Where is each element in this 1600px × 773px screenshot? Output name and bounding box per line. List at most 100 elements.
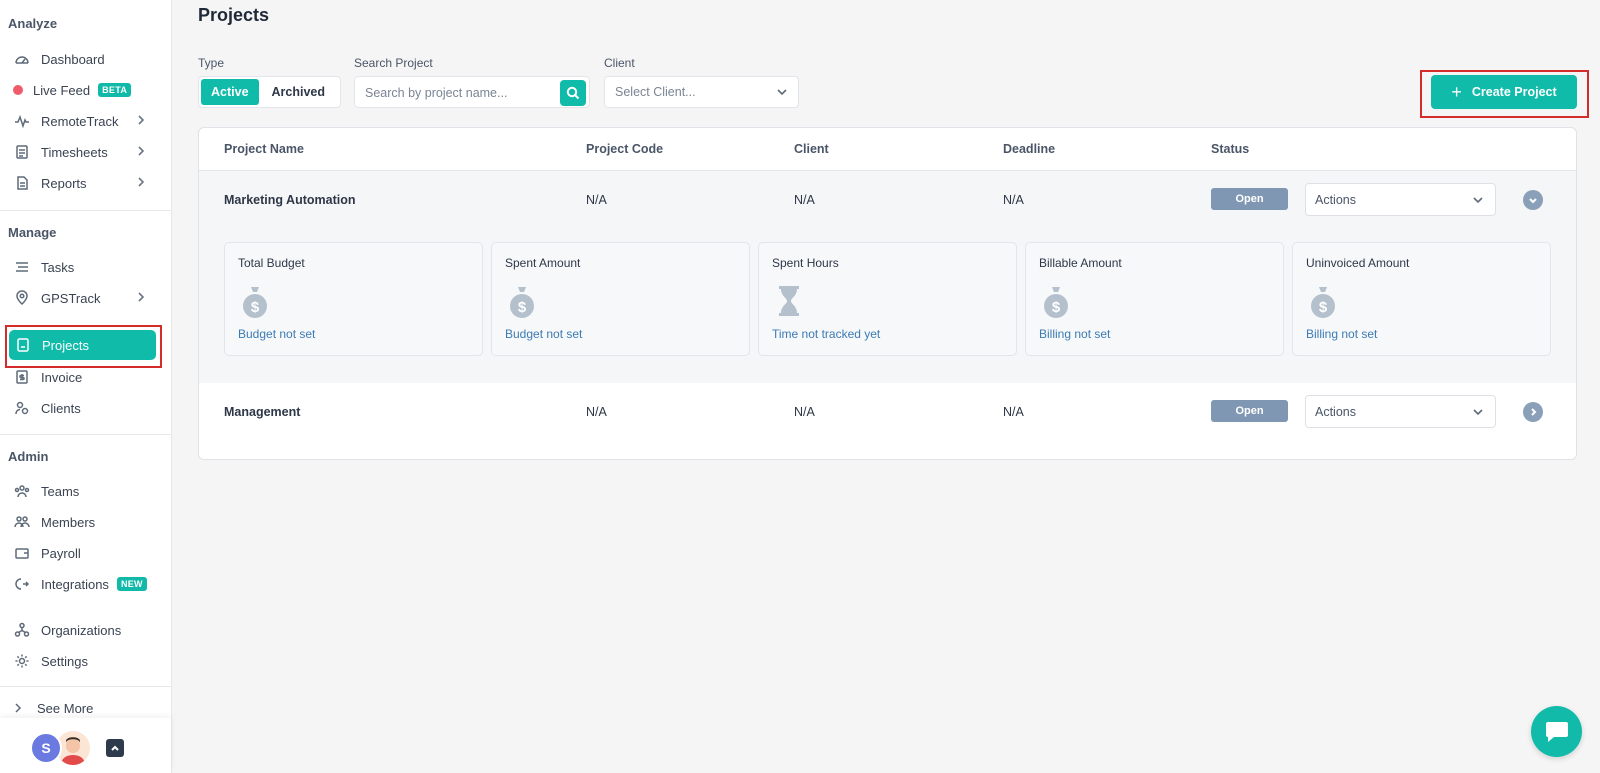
project-name[interactable]: Marketing Automation: [224, 193, 355, 207]
money-bag-icon: $: [510, 287, 534, 318]
search-project: [354, 76, 590, 108]
card-status: Billing not set: [1306, 327, 1378, 341]
expand-up-button[interactable]: [106, 739, 124, 757]
sidebar-item-label: Integrations: [41, 576, 109, 592]
sidebar-item-label: Reports: [41, 175, 87, 191]
actions-select[interactable]: Actions: [1305, 395, 1496, 428]
sidebar-item-label: Organizations: [41, 622, 122, 638]
sidebar-item-label: Projects: [42, 337, 89, 353]
header-deadline: Deadline: [1003, 142, 1056, 156]
integrations-icon: [13, 575, 31, 593]
sidebar-item-teams[interactable]: Teams: [8, 477, 158, 505]
members-icon: [13, 513, 31, 531]
project-icon: [14, 336, 32, 354]
sidebar-item-dashboard[interactable]: Dashboard: [8, 45, 158, 73]
tasks-icon: [13, 258, 31, 276]
divider: [0, 210, 171, 211]
section-title-manage: Manage: [8, 225, 57, 240]
card-title: Billable Amount: [1039, 256, 1122, 270]
actions-select[interactable]: Actions: [1305, 183, 1496, 216]
plus-icon: +: [1451, 81, 1462, 102]
sidebar-item-projects[interactable]: Projects: [9, 330, 156, 360]
section-title-admin: Admin: [8, 449, 49, 464]
actions-label: Actions: [1315, 405, 1356, 419]
card-status: Time not tracked yet: [772, 327, 881, 341]
chevron-down-icon: [1472, 406, 1484, 421]
invoice-icon: [13, 368, 31, 386]
chevron-down-icon: [1529, 198, 1537, 204]
gear-icon: [13, 652, 31, 670]
sidebar-item-gpstrack[interactable]: GPSTrack: [8, 284, 158, 312]
sidebar-item-integrations[interactable]: Integrations NEW: [8, 570, 158, 598]
location-pin-icon: [13, 289, 31, 307]
sidebar-item-members[interactable]: Members: [8, 508, 158, 536]
collapse-row-button[interactable]: [1523, 190, 1543, 210]
clients-icon: [13, 399, 31, 417]
chat-button[interactable]: [1531, 706, 1582, 757]
divider: [0, 434, 171, 435]
client-select-placeholder: Select Client...: [615, 85, 696, 99]
timesheet-icon: [13, 143, 31, 161]
projects-table: Project Name Project Code Client Deadlin…: [198, 127, 1577, 460]
project-client: N/A: [794, 405, 815, 419]
sidebar-item-payroll[interactable]: Payroll: [8, 539, 158, 567]
table-row: Marketing Automation N/A N/A N/A Open Ac…: [199, 171, 1576, 383]
chevron-right-icon: [1531, 408, 1537, 416]
chevron-down-icon: [776, 86, 788, 101]
client-label: Client: [604, 56, 635, 70]
pulse-icon: [13, 112, 31, 130]
report-icon: [13, 174, 31, 192]
header-client: Client: [794, 142, 829, 156]
sidebar-item-label: Payroll: [41, 545, 81, 561]
section-title-analyze: Analyze: [8, 16, 58, 31]
chevron-down-icon: [1472, 194, 1484, 209]
header-project-code: Project Code: [586, 142, 664, 156]
billable-amount-card: Billable Amount $ Billing not set: [1025, 242, 1284, 356]
search-button[interactable]: [560, 80, 586, 106]
avatar-initial[interactable]: S: [30, 732, 62, 764]
svg-text:$: $: [251, 299, 260, 316]
sidebar-item-live-feed[interactable]: Live Feed BETA: [8, 76, 158, 104]
sidebar-item-invoice[interactable]: Invoice: [8, 363, 158, 391]
chevron-right-icon: [134, 113, 148, 130]
sidebar-item-settings[interactable]: Settings: [8, 647, 158, 675]
search-input[interactable]: [365, 83, 555, 103]
sidebar-item-label: Live Feed: [33, 82, 91, 98]
sidebar-item-label: GPSTrack: [41, 290, 101, 306]
sidebar-item-tasks[interactable]: Tasks: [8, 253, 158, 281]
teams-icon: [13, 482, 31, 500]
actions-label: Actions: [1315, 193, 1356, 207]
chevron-up-icon: [111, 745, 119, 751]
type-archived-button[interactable]: Archived: [259, 79, 338, 105]
sidebar-item-label: Tasks: [41, 259, 75, 275]
sidebar-item-label: Members: [41, 514, 96, 530]
sidebar-item-label: Invoice: [41, 369, 83, 385]
sidebar-item-label: Timesheets: [41, 144, 108, 160]
project-name[interactable]: Management: [224, 405, 300, 419]
table-row: Management N/A N/A N/A Open Actions: [199, 383, 1576, 459]
expand-row-button[interactable]: [1523, 402, 1543, 422]
card-status: Budget not set: [505, 327, 583, 341]
card-title: Total Budget: [238, 256, 305, 270]
client-select[interactable]: Select Client...: [604, 76, 799, 108]
create-project-button[interactable]: + Create Project: [1431, 75, 1577, 109]
sidebar-item-timesheets[interactable]: Timesheets: [8, 138, 158, 166]
wallet-icon: [13, 544, 31, 562]
project-code: N/A: [586, 193, 607, 207]
sidebar-item-label: RemoteTrack: [41, 113, 119, 129]
status-badge: Open: [1211, 400, 1288, 422]
spent-amount-card: Spent Amount $ Budget not set: [491, 242, 750, 356]
chevron-right-icon: [134, 144, 148, 161]
live-dot-icon: [13, 85, 23, 95]
new-badge: NEW: [116, 577, 147, 591]
sidebar-item-reports[interactable]: Reports: [8, 169, 158, 197]
card-title: Uninvoiced Amount: [1306, 256, 1410, 270]
sidebar-item-remotetrack[interactable]: RemoteTrack: [8, 107, 158, 135]
organization-icon: [13, 621, 31, 639]
project-deadline: N/A: [1003, 405, 1024, 419]
type-toggle: Active Archived: [198, 76, 341, 108]
type-active-button[interactable]: Active: [201, 79, 259, 105]
sidebar-item-organizations[interactable]: Organizations: [8, 616, 158, 644]
sidebar-item-clients[interactable]: Clients: [8, 394, 158, 422]
chevron-right-icon: [9, 699, 27, 717]
